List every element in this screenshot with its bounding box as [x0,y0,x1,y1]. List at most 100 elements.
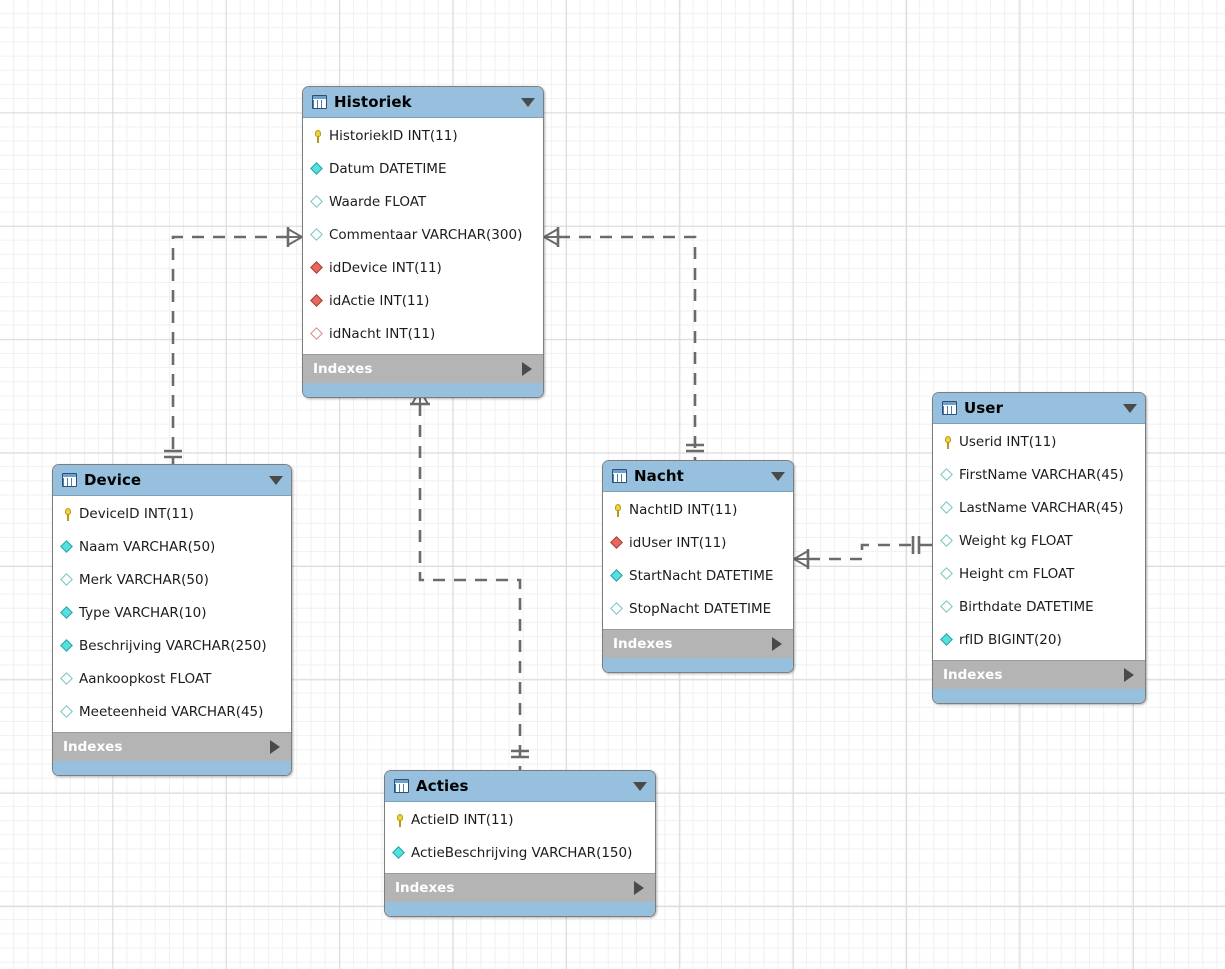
filled-diamond-icon [940,633,954,647]
filled-diamond-icon [60,540,74,554]
hollow-diamond-icon [940,534,954,548]
chevron-down-icon[interactable] [269,475,283,485]
column-row[interactable]: ActieID INT(11) [385,804,655,837]
column-label: Userid INT(11) [959,433,1057,450]
red-filled-diamond-icon [310,294,324,308]
table-title-acties: Acties [416,777,469,795]
table-node-historiek[interactable]: Historiek HistoriekID INT(11) Datum DATETI… [302,86,544,398]
column-row[interactable]: Type VARCHAR(10) [53,597,291,630]
column-row[interactable]: idDevice INT(11) [303,252,543,285]
column-label: Datum DATETIME [329,160,447,177]
column-label: ActieID INT(11) [411,811,514,828]
chevron-down-icon[interactable] [633,781,647,791]
column-row[interactable]: StopNacht DATETIME [603,593,793,626]
chevron-right-icon[interactable] [634,881,644,895]
column-row[interactable]: Height cm FLOAT [933,558,1145,591]
column-row[interactable]: NachtID INT(11) [603,494,793,527]
column-row[interactable]: Meeteenheid VARCHAR(45) [53,696,291,729]
column-label: Merk VARCHAR(50) [79,571,209,588]
indexes-label: Indexes [313,361,373,377]
column-label: Meeteenheid VARCHAR(45) [79,703,264,720]
red-hollow-diamond-icon [310,327,324,341]
table-node-nacht[interactable]: Nacht NachtID INT(11) idUser INT(11) StartN… [602,460,794,673]
hollow-diamond-icon [310,195,324,209]
column-row[interactable]: Beschrijving VARCHAR(250) [53,630,291,663]
column-label: Birthdate DATETIME [959,598,1094,615]
relationship-nacht-user[interactable] [793,536,932,569]
chevron-right-icon[interactable] [522,362,532,376]
relationship-historiek-nacht[interactable] [543,227,704,460]
table-header-nacht[interactable]: Nacht [603,461,793,492]
indexes-label: Indexes [943,667,1003,683]
column-row[interactable]: Aankoopkost FLOAT [53,663,291,696]
chevron-right-icon[interactable] [772,637,782,651]
column-list-device: DeviceID INT(11) Naam VARCHAR(50) Merk VAR… [53,496,291,732]
column-row[interactable]: Commentaar VARCHAR(300) [303,219,543,252]
table-icon [394,779,409,793]
hollow-diamond-icon [310,228,324,242]
key-icon [941,436,954,449]
column-row[interactable]: Birthdate DATETIME [933,591,1145,624]
column-row[interactable]: HistoriekID INT(11) [303,120,543,153]
table-header-device[interactable]: Device [53,465,291,496]
column-row[interactable]: DeviceID INT(11) [53,498,291,531]
column-row[interactable]: StartNacht DATETIME [603,560,793,593]
indexes-section-acties[interactable]: Indexes [385,873,655,902]
table-header-historiek[interactable]: Historiek [303,87,543,118]
table-footer-nacht [603,658,793,672]
hollow-diamond-icon [60,705,74,719]
column-row[interactable]: LastName VARCHAR(45) [933,492,1145,525]
column-row[interactable]: Weight kg FLOAT [933,525,1145,558]
table-title-historiek: Historiek [334,93,412,111]
indexes-section-device[interactable]: Indexes [53,732,291,761]
hollow-diamond-icon [940,567,954,581]
red-filled-diamond-icon [610,536,624,550]
table-node-acties[interactable]: Acties ActieID INT(11) ActieBeschrijving V… [384,770,656,917]
column-row[interactable]: Datum DATETIME [303,153,543,186]
indexes-section-historiek[interactable]: Indexes [303,354,543,383]
column-row[interactable]: idActie INT(11) [303,285,543,318]
relationship-historiek-device[interactable] [164,227,303,464]
key-icon [61,508,74,521]
hollow-diamond-icon [940,501,954,515]
table-header-user[interactable]: User [933,393,1145,424]
table-footer-acties [385,902,655,916]
column-row[interactable]: Naam VARCHAR(50) [53,531,291,564]
column-label: Weight kg FLOAT [959,532,1073,549]
filled-diamond-icon [392,846,406,860]
indexes-section-nacht[interactable]: Indexes [603,629,793,658]
filled-diamond-icon [60,639,74,653]
table-icon [312,95,327,109]
filled-diamond-icon [60,606,74,620]
column-row[interactable]: idNacht INT(11) [303,318,543,351]
column-row[interactable]: ActieBeschrijving VARCHAR(150) [385,837,655,870]
chevron-right-icon[interactable] [1124,668,1134,682]
hollow-diamond-icon [60,672,74,686]
eer-diagram-canvas[interactable]: Historiek HistoriekID INT(11) Datum DATETI… [0,0,1225,969]
column-row[interactable]: FirstName VARCHAR(45) [933,459,1145,492]
column-label: rfID BIGINT(20) [959,631,1062,648]
chevron-down-icon[interactable] [771,471,785,481]
indexes-label: Indexes [613,636,673,652]
table-node-user[interactable]: User Userid INT(11) FirstName VARCHAR(45) L… [932,392,1146,704]
column-row[interactable]: Waarde FLOAT [303,186,543,219]
relationship-historiek-acties[interactable] [410,389,529,770]
chevron-right-icon[interactable] [270,740,280,754]
column-label: Beschrijving VARCHAR(250) [79,637,267,654]
filled-diamond-icon [610,569,624,583]
column-row[interactable]: Merk VARCHAR(50) [53,564,291,597]
chevron-down-icon[interactable] [1123,403,1137,413]
table-icon [62,473,77,487]
table-title-device: Device [84,471,142,489]
hollow-diamond-icon [940,468,954,482]
column-row[interactable]: idUser INT(11) [603,527,793,560]
table-node-device[interactable]: Device DeviceID INT(11) Naam VARCHAR(50) Me… [52,464,292,776]
indexes-label: Indexes [63,739,123,755]
table-header-acties[interactable]: Acties [385,771,655,802]
filled-diamond-icon [310,162,324,176]
column-row[interactable]: Userid INT(11) [933,426,1145,459]
column-row[interactable]: rfID BIGINT(20) [933,624,1145,657]
chevron-down-icon[interactable] [521,97,535,107]
indexes-section-user[interactable]: Indexes [933,660,1145,689]
hollow-diamond-icon [610,602,624,616]
